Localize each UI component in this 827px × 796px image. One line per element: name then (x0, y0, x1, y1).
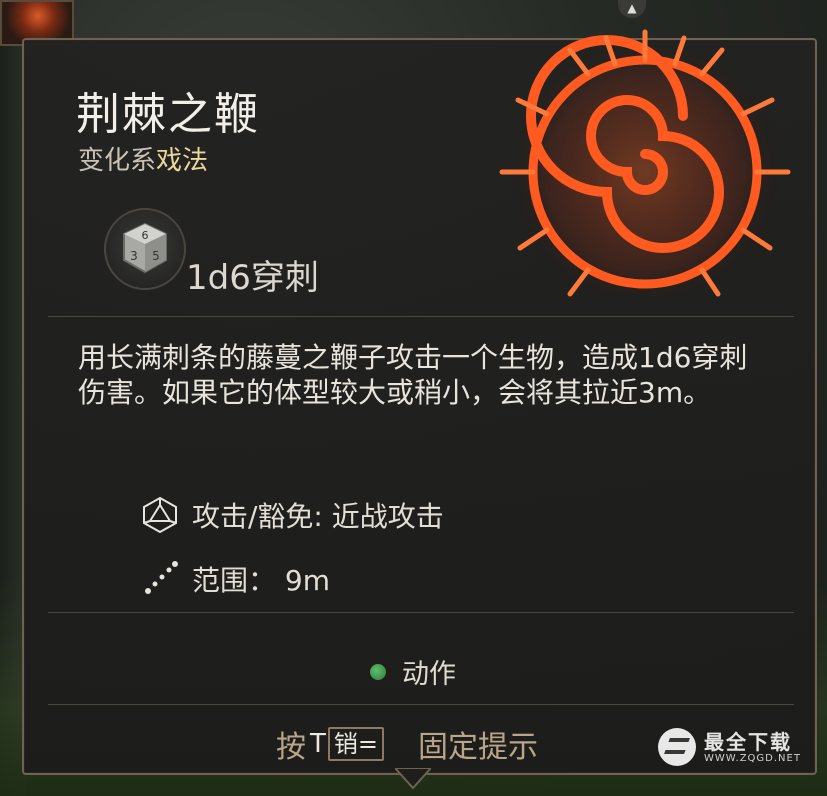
school-label: 变化系 (78, 146, 157, 176)
pin-tooltip-hint: 按 T 销= 固定提示 (276, 722, 538, 766)
range-label: 范围： 9m (192, 564, 330, 597)
divider-stats (48, 612, 794, 613)
dice-graphic: 6 3 5 (123, 222, 167, 274)
spell-type-label: 戏法 (156, 146, 209, 176)
key-glyph: 销= (327, 727, 384, 761)
hint-key: T (310, 729, 326, 759)
svg-text:5: 5 (152, 249, 160, 263)
divider-bottom (48, 704, 794, 705)
watermark-url: WWW.ZQGD.NET (704, 752, 801, 764)
thorn-whip-spiral-icon (499, 29, 791, 302)
d20-icon (143, 496, 177, 534)
attack-save-label: 攻击/豁免: 近战攻击 (192, 500, 444, 533)
svg-text:3: 3 (130, 249, 138, 263)
svg-text:6: 6 (142, 229, 149, 242)
divider-top (48, 316, 794, 317)
action-label: 动作 (402, 659, 456, 690)
range-dotted-line-icon (145, 561, 178, 594)
watermark: 最全下载 WWW.ZQGD.NET (658, 728, 801, 766)
hint-press: 按 (276, 730, 306, 765)
d6-dice-icon: 6 3 5 (104, 208, 186, 290)
spell-description: 用长满刺条的藤蔓之鞭子攻击一个生物，造成1d6穿刺伤害。如果它的体型较大或稍小，… (78, 341, 748, 409)
tooltip-pointer (395, 768, 431, 790)
watermark-logo-icon (658, 728, 696, 766)
attack-save-row: 攻击/豁免: 近战攻击 (140, 495, 444, 535)
hint-label: 固定提示 (418, 730, 538, 765)
watermark-name: 最全下载 (704, 729, 792, 754)
spell-school: 变化系戏法 (78, 140, 208, 177)
range-row: 范围： 9m (140, 559, 330, 599)
damage-label: 1d6穿刺 (186, 258, 319, 298)
action-green-dot-icon (370, 663, 386, 680)
action-cost: 动作 (370, 652, 456, 691)
up-arrow-icon[interactable]: ▲ (618, 0, 646, 18)
spell-title: 荆棘之鞭 (76, 89, 260, 140)
